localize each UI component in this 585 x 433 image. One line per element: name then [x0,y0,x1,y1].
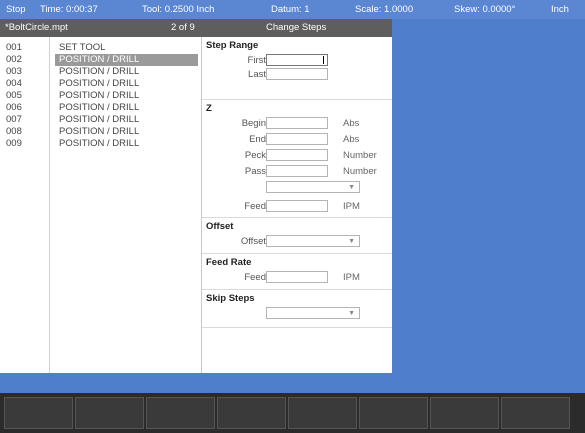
step-number: 003 [6,66,22,77]
feed-rate-label: Feed [244,272,266,283]
step-row[interactable]: 007 POSITION / DRILL [0,114,202,126]
step-name: POSITION / DRILL [59,66,140,77]
step-name: POSITION / DRILL [59,114,140,125]
z-feed-label: Feed [244,201,266,212]
offset-section: Offset Offset ▼ [202,218,392,254]
step-row[interactable]: 006 POSITION / DRILL [0,102,202,114]
feed-rate-unit: IPM [343,272,360,283]
program-filename: *BoltCircle.mpt [5,22,68,33]
end-unit: Abs [343,134,360,145]
soft-key-8[interactable] [501,397,570,429]
soft-key-4[interactable] [217,397,286,429]
datum-readout: Datum: 1 [271,4,310,15]
elapsed-time: Time: 0:00:37 [40,4,98,15]
offset-label: Offset [240,236,266,247]
step-name: SET TOOL [59,42,106,53]
dialog-title: Change Steps [266,22,327,33]
step-number: 005 [6,90,22,101]
step-range-section: Step Range First Last [202,37,392,100]
z-mode-dropdown[interactable]: ▼ [266,181,360,193]
soft-key-bar [0,393,585,433]
scale-readout: Scale: 1.0000 [355,4,414,15]
z-end-input[interactable] [266,133,328,145]
offset-heading: Offset [206,221,234,232]
last-step-input[interactable] [266,68,328,80]
skip-steps-section: Skip Steps ▼ [202,290,392,328]
step-name: POSITION / DRILL [55,54,198,66]
offset-dropdown[interactable]: ▼ [266,235,360,247]
step-row[interactable]: 004 POSITION / DRILL [0,78,202,90]
soft-key-5[interactable] [288,397,357,429]
step-name: POSITION / DRILL [59,126,140,137]
program-title-bar: *BoltCircle.mpt 2 of 9 Change Steps [0,19,392,37]
z-feed-input[interactable] [266,200,328,212]
skip-steps-heading: Skip Steps [206,293,255,304]
step-number: 002 [6,54,22,65]
step-name: POSITION / DRILL [59,78,140,89]
feed-rate-input[interactable] [266,271,328,283]
peck-label: Peck [244,150,266,161]
step-position: 2 of 9 [171,22,195,33]
step-row[interactable]: 003 POSITION / DRILL [0,66,202,78]
z-begin-input[interactable] [266,117,328,129]
z-peck-input[interactable] [266,149,328,161]
end-label: End [249,134,266,145]
z-section: Z Begin Abs End Abs Peck Number Pass Num… [202,100,392,218]
feed-rate-heading: Feed Rate [206,257,252,268]
feed-rate-section: Feed Rate Feed IPM [202,254,392,290]
tool-readout: Tool: 0.2500 Inch [142,4,215,15]
begin-unit: Abs [343,118,360,129]
chevron-down-icon: ▼ [348,310,355,317]
soft-key-7[interactable] [430,397,499,429]
step-number: 009 [6,138,22,149]
z-pass-input[interactable] [266,165,328,177]
pass-label: Pass [244,166,266,177]
soft-key-2[interactable] [75,397,144,429]
first-label: First [247,55,266,66]
step-number: 007 [6,114,22,125]
peck-unit: Number [343,150,377,161]
last-label: Last [248,69,266,80]
chevron-down-icon: ▼ [348,184,355,191]
machine-state: Stop [6,4,26,15]
skip-steps-dropdown[interactable]: ▼ [266,307,360,319]
chevron-down-icon: ▼ [348,238,355,245]
text-cursor [323,56,324,64]
step-number: 001 [6,42,22,53]
program-step-list: 001 SET TOOL 002 POSITION / DRILL 003 POSITIO… [0,37,202,373]
step-row[interactable]: 001 SET TOOL [0,42,202,54]
step-row[interactable]: 008 POSITION / DRILL [0,126,202,138]
step-number: 006 [6,102,22,113]
step-number: 004 [6,78,22,89]
step-row[interactable]: 002 POSITION / DRILL [0,54,202,66]
unit-readout: Inch [551,4,569,15]
z-heading: Z [206,103,212,114]
soft-key-3[interactable] [146,397,215,429]
z-feed-unit: IPM [343,201,360,212]
begin-label: Begin [241,118,266,129]
change-steps-form: Step Range First Last Z Begin Abs End Ab… [202,37,392,373]
step-row[interactable]: 009 POSITION / DRILL [0,138,202,150]
status-bar: Stop Time: 0:00:37 Tool: 0.2500 Inch Dat… [0,0,585,19]
first-step-input[interactable] [266,54,328,66]
step-name: POSITION / DRILL [59,102,140,113]
step-name: POSITION / DRILL [59,90,140,101]
soft-key-6[interactable] [359,397,428,429]
pass-unit: Number [343,166,377,177]
step-row[interactable]: 005 POSITION / DRILL [0,90,202,102]
soft-key-1[interactable] [4,397,73,429]
step-number: 008 [6,126,22,137]
step-name: POSITION / DRILL [59,138,140,149]
step-range-heading: Step Range [206,40,259,51]
skew-readout: Skew: 0.0000° [454,4,516,15]
